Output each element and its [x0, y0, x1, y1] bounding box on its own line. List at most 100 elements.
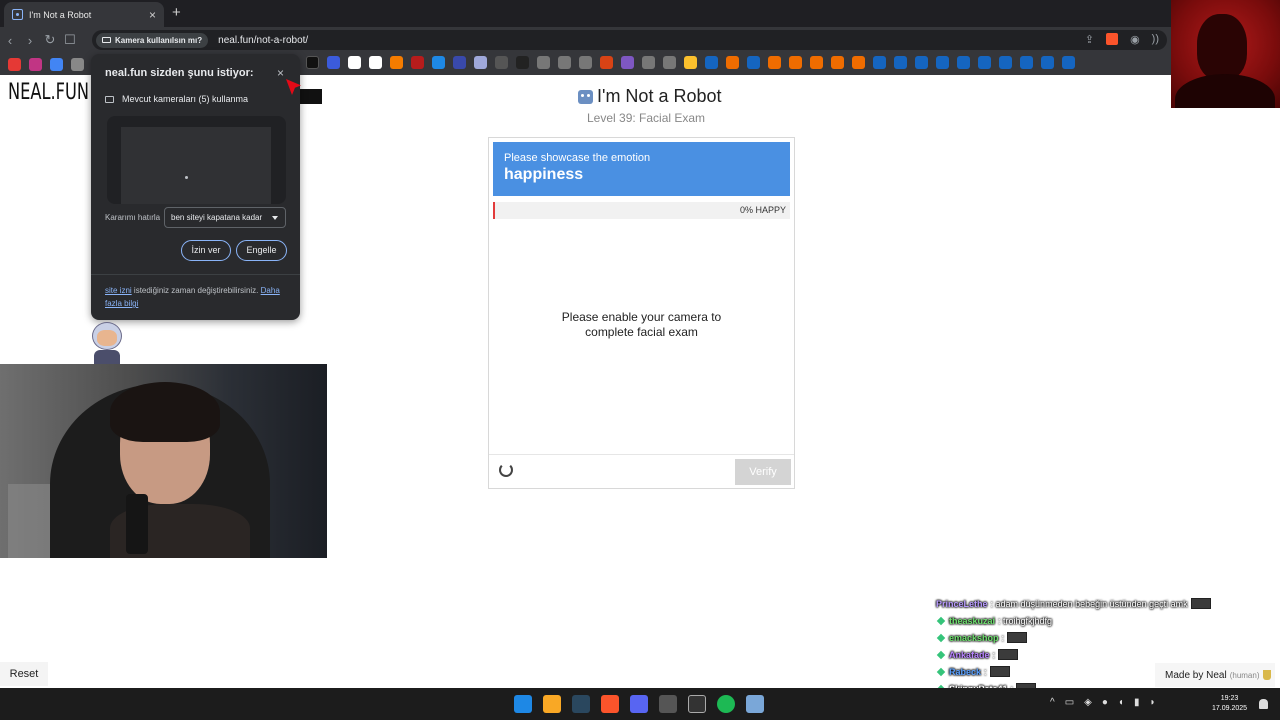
bookmark-icon[interactable]	[768, 56, 781, 69]
bookmark-icon[interactable]	[810, 56, 823, 69]
camera-permission-chip[interactable]: Kamera kullanılsın mı?	[96, 32, 209, 48]
emote-icon	[1007, 632, 1028, 643]
share-icon[interactable]: ⇪	[1085, 33, 1094, 46]
steam-bookmark-icon[interactable]	[936, 56, 949, 69]
remember-duration-select[interactable]: ben siteyi kapatana kadar	[164, 207, 286, 228]
block-button[interactable]: Engelle	[236, 240, 287, 261]
youtube-bookmark-icon[interactable]	[8, 57, 21, 71]
bookmark-icon[interactable]	[495, 56, 508, 69]
wallet-icon[interactable]: ))	[1152, 33, 1159, 46]
bookmark-icon[interactable]	[348, 56, 361, 69]
steam-bookmark-icon[interactable]	[747, 56, 760, 69]
steam-bookmark-icon[interactable]	[894, 56, 907, 69]
site-logo[interactable]: NEAL.FUN	[8, 80, 89, 105]
steam-tray-icon[interactable]: ●	[1102, 697, 1108, 708]
close-icon[interactable]: ×	[277, 66, 284, 80]
forward-icon[interactable]: ›	[20, 33, 40, 48]
chat-text: : adam düşünmeden bebeğin üstünden geçti…	[990, 598, 1188, 609]
steam-bookmark-icon[interactable]	[957, 56, 970, 69]
windows-start-icon[interactable]	[514, 695, 532, 713]
badge-icon	[936, 616, 946, 625]
verify-button[interactable]: Verify	[735, 459, 791, 485]
mic-icon[interactable]: ▮	[1134, 697, 1140, 708]
bookmark-icon[interactable]	[852, 56, 865, 69]
volume-icon[interactable]: ◖	[1118, 697, 1124, 708]
portrait-face	[1197, 14, 1247, 80]
speaker-icon[interactable]: ◗	[1149, 697, 1155, 708]
bookmark-icon[interactable]	[71, 57, 84, 71]
reset-button[interactable]: Reset	[0, 662, 48, 686]
bookmark-icon[interactable]	[600, 56, 613, 69]
system-tray: ^ ▭ ◈ ● ◖ ▮ ◗	[1050, 697, 1156, 708]
site-permission-link[interactable]: site izni	[105, 286, 132, 295]
webcam-microphone	[126, 494, 148, 554]
bookmark-icon[interactable]	[516, 56, 529, 69]
chevron-up-icon[interactable]: ^	[1050, 697, 1055, 708]
address-bar[interactable]: Kamera kullanılsın mı? neal.fun/not-a-ro…	[92, 30, 1167, 50]
steam-bookmark-icon[interactable]	[705, 56, 718, 69]
bookmark-icon[interactable]	[474, 56, 487, 69]
brave-browser-icon[interactable]	[601, 695, 619, 713]
bookmark-icon[interactable]	[663, 56, 676, 69]
bookmark-icon[interactable]	[831, 56, 844, 69]
steam-bookmark-icon[interactable]	[1020, 56, 1033, 69]
bookmark-icon[interactable]	[432, 56, 445, 69]
mascot-face	[97, 330, 117, 346]
brave-shield-icon[interactable]	[1106, 33, 1119, 45]
browser-tab[interactable]: I'm Not a Robot ×	[4, 2, 164, 27]
remember-label: Kararımı hatırla	[105, 213, 161, 222]
settings-icon[interactable]	[746, 695, 764, 713]
folder-bookmark-icon[interactable]	[684, 56, 697, 69]
bookmark-icon[interactable]	[642, 56, 655, 69]
steam-bookmark-icon[interactable]	[1041, 56, 1054, 69]
portrait-shoulders	[1175, 74, 1275, 108]
app-icon[interactable]	[659, 695, 677, 713]
back-icon[interactable]: ‹	[0, 33, 20, 48]
new-tab-button[interactable]: +	[172, 4, 181, 21]
extension-icon[interactable]: ◉	[1130, 33, 1140, 46]
steam-bookmark-icon[interactable]	[873, 56, 886, 69]
notification-bell-icon[interactable]	[1259, 699, 1268, 709]
bookmark-icon[interactable]	[327, 56, 340, 69]
steam-bookmark-icon[interactable]	[999, 56, 1012, 69]
steam-bookmark-icon[interactable]	[915, 56, 928, 69]
spotify-icon[interactable]	[717, 695, 735, 713]
camera-preview	[107, 116, 286, 204]
bookmark-icon[interactable]	[726, 56, 739, 69]
bookmark-icon[interactable]: ☐	[60, 32, 80, 48]
bookmark-icon[interactable]	[390, 56, 403, 69]
url-text: neal.fun/not-a-robot/	[218, 34, 309, 46]
bookmark-icon[interactable]	[789, 56, 802, 69]
discord-icon[interactable]	[630, 695, 648, 713]
windows-taskbar: ^ ▭ ◈ ● ◖ ▮ ◗ 19:23 17.09.2025	[0, 688, 1280, 720]
permission-title: neal.fun sizden şunu istiyor:	[105, 67, 254, 79]
bookmark-icon[interactable]	[453, 56, 466, 69]
allow-button[interactable]: İzin ver	[181, 240, 231, 261]
bookmark-icon[interactable]	[411, 56, 424, 69]
translate-bookmark-icon[interactable]	[50, 57, 63, 71]
instagram-bookmark-icon[interactable]	[29, 57, 42, 71]
tab-close-icon[interactable]: ×	[149, 8, 156, 22]
steam-bookmark-icon[interactable]	[1062, 56, 1075, 69]
network-icon[interactable]: ◈	[1084, 697, 1092, 708]
steam-bookmark-icon[interactable]	[978, 56, 991, 69]
battery-icon[interactable]: ▭	[1065, 697, 1074, 708]
page-title-text: I'm Not a Robot	[597, 86, 722, 106]
taskbar-apps	[514, 695, 764, 713]
clock-date: 17.09.2025	[1212, 705, 1248, 712]
bookmark-icon[interactable]	[537, 56, 550, 69]
file-explorer-icon[interactable]	[543, 695, 561, 713]
made-by-badge[interactable]: Made by Neal (human)	[1155, 663, 1275, 687]
captcha-divider	[489, 454, 794, 455]
refresh-icon[interactable]	[499, 463, 513, 477]
bookmark-icon[interactable]	[558, 56, 571, 69]
bookmark-icon[interactable]	[621, 56, 634, 69]
obs-icon[interactable]	[688, 695, 706, 713]
steam-icon[interactable]	[572, 695, 590, 713]
amazon-bookmark-icon[interactable]	[369, 56, 382, 69]
x-bookmark-icon[interactable]	[306, 56, 319, 69]
bookmark-icon[interactable]	[579, 56, 592, 69]
reload-icon[interactable]: ↻	[40, 32, 60, 48]
chat-text: :	[984, 666, 987, 677]
taskbar-clock[interactable]: 19:23 17.09.2025	[1212, 694, 1247, 714]
